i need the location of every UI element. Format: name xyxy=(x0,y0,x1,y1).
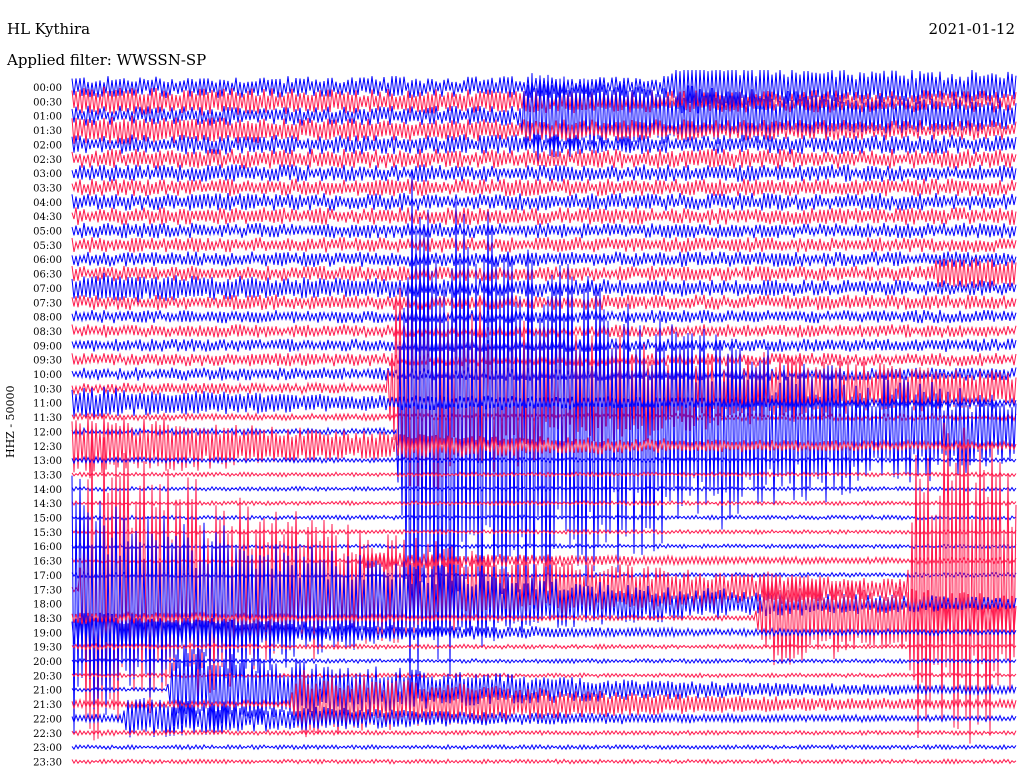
trace-row xyxy=(71,251,1017,267)
row-time-label: 10:30 xyxy=(33,384,62,395)
row-time-label: 14:30 xyxy=(33,499,62,510)
row-time-label: 14:00 xyxy=(33,485,62,496)
row-time-label: 16:00 xyxy=(33,542,62,553)
row-time-label: 15:00 xyxy=(33,514,62,525)
trace-row xyxy=(71,178,1017,197)
trace-row xyxy=(71,542,1017,550)
helicorder-plot: 00:00 00:30 01:00 01:30 02:00 02:30 03:00 03:30… xyxy=(33,69,1017,768)
trace-row xyxy=(71,743,1017,751)
row-time-label: 18:30 xyxy=(33,614,62,625)
trace-row xyxy=(71,222,1017,239)
row-time-label: 01:00 xyxy=(33,112,62,123)
row-time-label: 11:30 xyxy=(33,413,62,424)
row-time-label: 13:30 xyxy=(33,470,62,481)
row-time-label: 04:00 xyxy=(33,198,62,209)
trace-row xyxy=(71,528,1017,536)
row-time-label: 08:00 xyxy=(33,313,62,324)
trace-row xyxy=(71,471,1017,478)
trace-row xyxy=(71,164,1017,182)
row-time-label: 03:30 xyxy=(33,183,62,194)
row-time-label: 00:00 xyxy=(33,83,62,94)
row-time-label: 07:00 xyxy=(33,284,62,295)
row-time-label: 05:30 xyxy=(33,241,62,252)
row-time-label: 08:30 xyxy=(33,327,62,338)
row-time-label: 19:00 xyxy=(33,628,62,639)
trace-row xyxy=(71,514,1017,521)
row-time-label: 20:00 xyxy=(33,657,62,668)
row-time-label: 06:30 xyxy=(33,270,62,281)
row-time-label: 21:30 xyxy=(33,700,62,711)
trace-row xyxy=(71,412,1017,423)
row-time-label: 23:00 xyxy=(33,743,62,754)
trace-row xyxy=(71,499,1017,507)
row-time-label: 23:30 xyxy=(33,757,62,768)
row-time-label: 22:00 xyxy=(33,714,62,725)
row-time-label: 09:30 xyxy=(33,356,62,367)
row-time-label: 16:30 xyxy=(33,557,62,568)
trace-row xyxy=(71,758,1017,765)
row-time-label: 21:00 xyxy=(33,686,62,697)
row-time-label: 20:30 xyxy=(33,671,62,682)
row-time-label: 15:30 xyxy=(33,528,62,539)
row-time-label: 17:30 xyxy=(33,585,62,596)
row-time-label: 07:30 xyxy=(33,298,62,309)
row-time-label: 04:30 xyxy=(33,212,62,223)
row-time-label: 13:00 xyxy=(33,456,62,467)
row-time-label: 00:30 xyxy=(33,97,62,108)
row-time-label: 09:00 xyxy=(33,341,62,352)
row-time-label: 22:30 xyxy=(33,729,62,740)
row-time-label: 19:30 xyxy=(33,643,62,654)
trace-row xyxy=(71,485,1017,493)
row-time-label: 03:00 xyxy=(33,169,62,180)
trace-row xyxy=(71,207,1017,225)
trace-row xyxy=(71,192,1017,211)
row-time-label: 02:00 xyxy=(33,140,62,151)
row-time-label: 11:00 xyxy=(33,399,62,410)
row-time-label: 05:00 xyxy=(33,227,62,238)
trace-row xyxy=(71,237,1017,253)
row-time-label: 06:00 xyxy=(33,255,62,266)
row-time-label: 18:00 xyxy=(33,600,62,611)
row-time-label: 12:30 xyxy=(33,442,62,453)
row-time-label: 02:30 xyxy=(33,155,62,166)
row-time-label: 01:30 xyxy=(33,126,62,137)
row-time-label: 10:00 xyxy=(33,370,62,381)
row-time-label: 12:00 xyxy=(33,427,62,438)
row-time-label: 17:00 xyxy=(33,571,62,582)
